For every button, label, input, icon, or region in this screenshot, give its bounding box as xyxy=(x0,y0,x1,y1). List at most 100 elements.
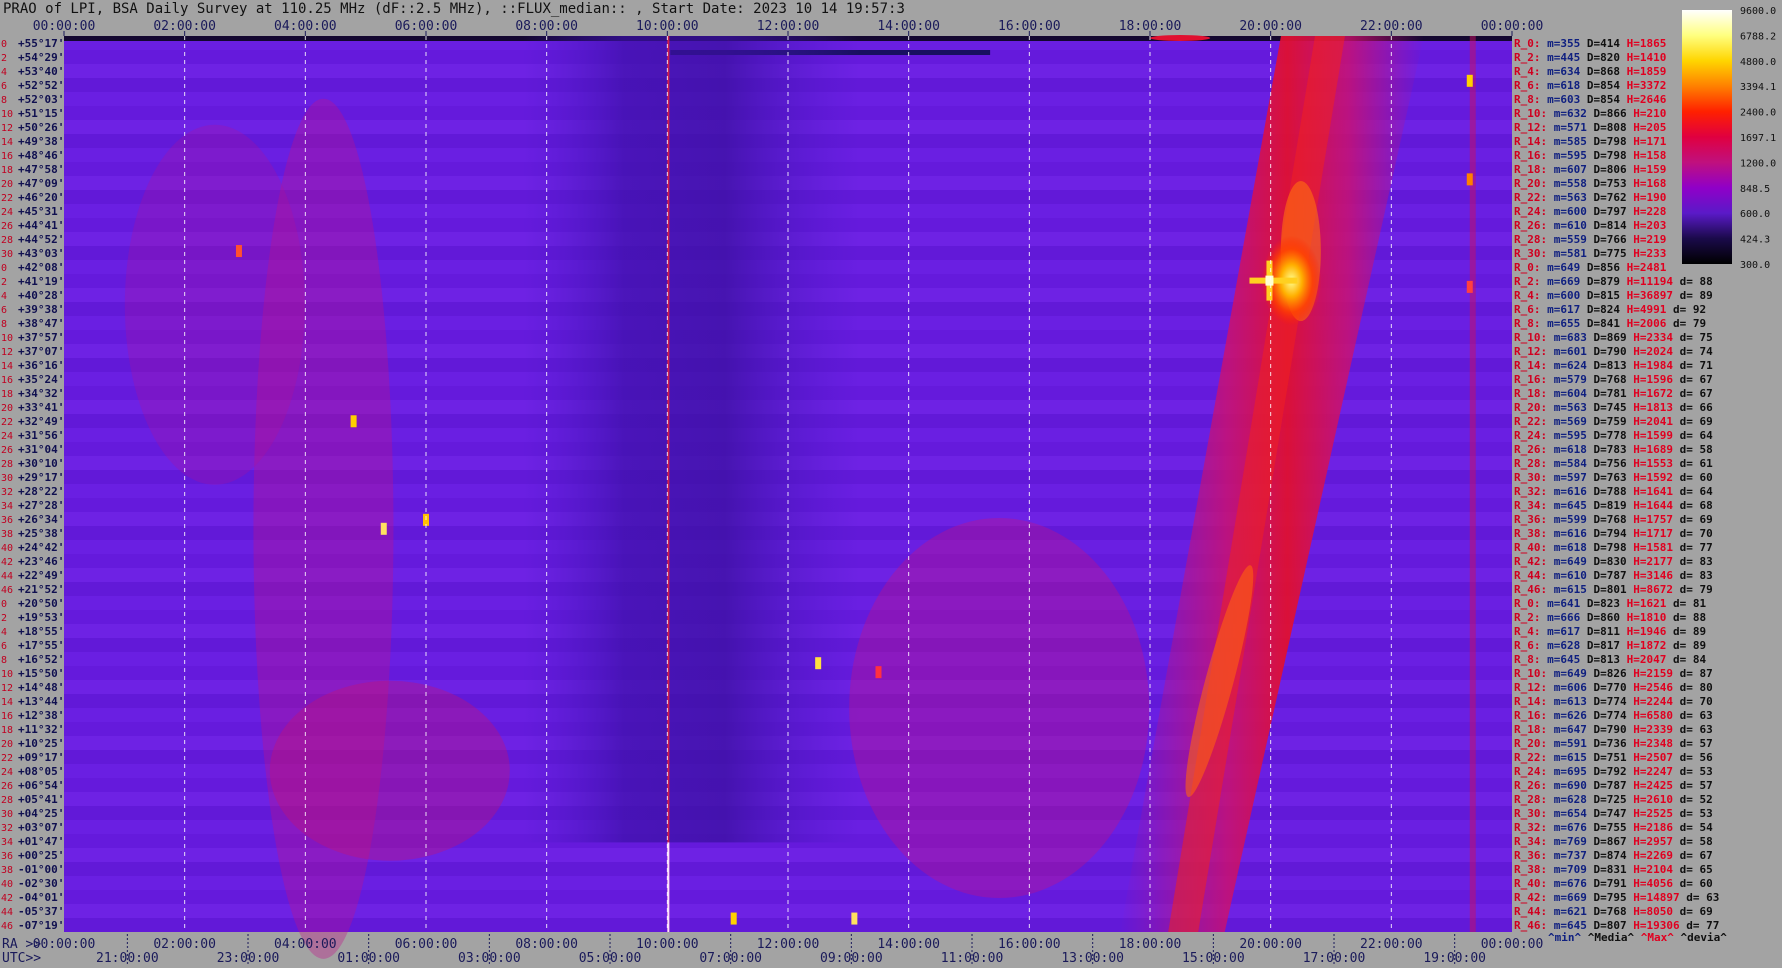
hot-spot xyxy=(851,912,858,925)
ra-tick-label: 20:00:00 xyxy=(1239,937,1302,952)
row-number: 24 xyxy=(1,767,13,778)
row-number: 18 xyxy=(1,389,13,400)
hot-spot xyxy=(380,522,387,535)
row-stat: R_10: m=649 D=826 H=2159 d= 87 xyxy=(1514,667,1713,680)
row-number: 20 xyxy=(1,403,13,414)
row-number: 16 xyxy=(1,151,13,162)
row-stat: R_12: m=601 D=790 H=2024 d= 74 xyxy=(1514,345,1713,358)
row-number: 8 xyxy=(1,655,7,666)
row-number: 18 xyxy=(1,165,13,176)
declination-label: +44°41' xyxy=(18,219,64,232)
row-number: 42 xyxy=(1,557,13,568)
row-stat: R_14: m=585 D=798 H=171 xyxy=(1514,135,1667,148)
row-number: 36 xyxy=(1,851,13,862)
chart: 00:00:00 02:00:00 04:00:00 06:00:00 08:00:00… xyxy=(1,6,1776,966)
declination-label: +50°26' xyxy=(18,121,64,134)
hot-spot xyxy=(815,657,822,670)
row-number: 16 xyxy=(1,711,13,722)
row-number: 14 xyxy=(1,697,13,708)
row-number: 22 xyxy=(1,417,13,428)
declination-label: +36°16' xyxy=(18,359,64,372)
row-stat: R_20: m=563 D=745 H=1813 d= 66 xyxy=(1514,401,1713,414)
declination-label: +37°57' xyxy=(18,331,64,344)
row-number: 20 xyxy=(1,179,13,190)
declination-label: +03°07' xyxy=(18,821,64,834)
row-number: 46 xyxy=(1,921,13,932)
row-stat: R_40: m=618 D=798 H=1581 d= 77 xyxy=(1514,541,1713,554)
row-stat: R_16: m=626 D=774 H=6580 d= 63 xyxy=(1514,709,1713,722)
row-stat: R_34: m=769 D=867 H=2957 d= 58 xyxy=(1514,835,1713,848)
declination-label: +29°17' xyxy=(18,471,64,484)
row-stat: R_34: m=645 D=819 H=1644 d= 68 xyxy=(1514,499,1713,512)
row-number: 34 xyxy=(1,837,13,848)
row-number: 32 xyxy=(1,487,13,498)
declination-label: +47°58' xyxy=(18,163,64,176)
row-number: 18 xyxy=(1,725,13,736)
row-number: 30 xyxy=(1,809,13,820)
declination-label: +40°28' xyxy=(18,289,64,302)
declination-label: -07°19' xyxy=(18,919,64,932)
row-stat: R_26: m=690 D=787 H=2425 d= 57 xyxy=(1514,779,1713,792)
hot-spot xyxy=(1466,280,1473,293)
row-number: 14 xyxy=(1,137,13,148)
row-stat: R_32: m=676 D=755 H=2186 d= 54 xyxy=(1514,821,1713,834)
warm-patch xyxy=(849,518,1150,898)
declination-label: +08°05' xyxy=(18,765,64,778)
row-number: 26 xyxy=(1,221,13,232)
row-number: 34 xyxy=(1,501,13,512)
bottom-axes: RA >>UTC>>00:00:00 02:00:00 04:00:00 06:00:… xyxy=(2,934,1543,966)
ra-tick-label: 18:00:00 xyxy=(1119,937,1182,952)
top-time-axis: 00:00:00 02:00:00 04:00:00 06:00:00 08:00:00… xyxy=(33,19,1543,36)
row-number: 4 xyxy=(1,67,7,78)
row-stat: R_0: m=355 D=414 H=1865 xyxy=(1514,37,1666,50)
hot-spot xyxy=(1466,74,1473,87)
row-stat: R_30: m=581 D=775 H=233 xyxy=(1514,247,1666,260)
colorbar-tick-label: 9600.0 xyxy=(1740,6,1776,17)
top-hot-patch xyxy=(1150,35,1211,41)
row-number: 4 xyxy=(1,627,7,638)
declination-label: +47°09' xyxy=(18,177,64,190)
declination-label: +38°47' xyxy=(18,317,64,330)
row-number: 28 xyxy=(1,235,13,246)
hot-spot xyxy=(730,912,737,925)
declination-label: +00°25' xyxy=(18,849,64,862)
row-stat: R_4: m=617 D=811 H=1946 d= 89 xyxy=(1514,625,1706,638)
warm-patch xyxy=(124,124,305,485)
row-number: 0 xyxy=(1,263,7,274)
row-stat: R_18: m=604 D=781 H=1672 d= 67 xyxy=(1514,387,1713,400)
row-stat: R_14: m=624 D=813 H=1984 d= 71 xyxy=(1514,359,1713,372)
declination-label: +31°56' xyxy=(18,429,64,442)
declination-label: +24°42' xyxy=(18,541,64,554)
ra-tick-label: 10:00:00 xyxy=(636,937,699,952)
warm-patch xyxy=(269,680,510,861)
colorbar-tick-label: 600.0 xyxy=(1740,209,1770,220)
colorbar-tick-label: 1697.1 xyxy=(1740,133,1776,144)
ra-tick-label: 22:00:00 xyxy=(1360,937,1423,952)
colorbar: 9600.0 6788.2 4800.0 3394.1 2400.0 1697.1 1200… xyxy=(1682,6,1776,271)
row-number: 44 xyxy=(1,907,13,918)
row-stat: R_18: m=647 D=790 H=2339 d= 63 xyxy=(1514,723,1713,736)
declination-label: +13°44' xyxy=(18,695,64,708)
ra-tick-label: 16:00:00 xyxy=(998,937,1061,952)
row-stat: R_28: m=584 D=756 H=1553 d= 61 xyxy=(1514,457,1713,470)
declination-label: +45°31' xyxy=(18,205,64,218)
row-stat: R_0: m=641 D=823 H=1621 d= 81 xyxy=(1514,597,1706,610)
row-number: 46 xyxy=(1,585,13,596)
row-stat: R_0: m=649 D=856 H=2481 xyxy=(1514,261,1667,274)
row-number: 28 xyxy=(1,459,13,470)
row-stat: R_38: m=709 D=831 H=2104 d= 65 xyxy=(1514,863,1713,876)
row-stat: R_4: m=600 D=815 H=36897 d= 89 xyxy=(1514,289,1713,302)
declination-label: +37°07' xyxy=(18,345,64,358)
declination-label: +55°17' xyxy=(18,37,64,50)
row-number: 6 xyxy=(1,305,7,316)
declination-label: +25°38' xyxy=(18,527,64,540)
declination-label: +21°52' xyxy=(18,583,64,596)
row-stat: R_18: m=607 D=806 H=159 xyxy=(1514,163,1666,176)
declination-label: +33°41' xyxy=(18,401,64,414)
declination-label: +28°22' xyxy=(18,485,64,498)
hot-spot xyxy=(1466,173,1473,186)
row-stat: R_6: m=628 D=817 H=1872 d= 89 xyxy=(1514,639,1706,652)
declination-label: +19°53' xyxy=(18,611,64,624)
row-number: 26 xyxy=(1,781,13,792)
declination-label: +15°50' xyxy=(18,667,64,680)
